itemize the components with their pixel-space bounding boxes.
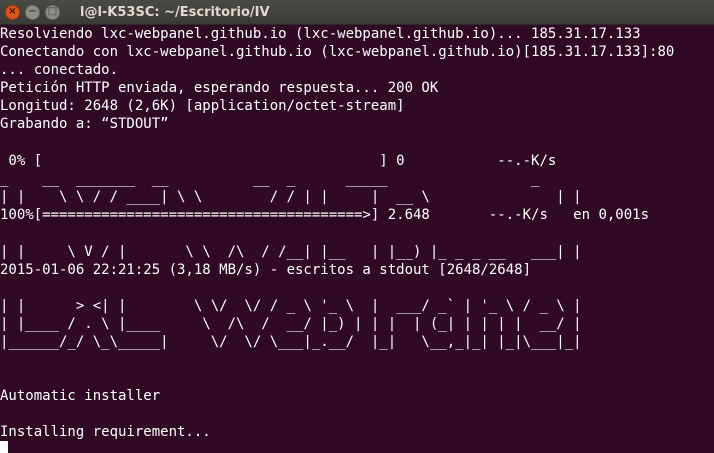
terminal-line: ... conectado.: [0, 62, 119, 78]
maximize-window-button[interactable]: □: [45, 4, 60, 20]
terminal-line: Longitud: 2648 (2,6K) [application/octet…: [0, 98, 405, 114]
terminal-line: Grabando a: “STDOUT”: [0, 116, 169, 132]
maximize-icon: □: [47, 6, 58, 17]
close-icon: ×: [8, 6, 17, 17]
terminal-line: Automatic installer: [0, 388, 161, 404]
terminal-line: | | \ V / | \ \ /\ / /__| |__ | |__) |_ …: [0, 244, 582, 260]
terminal-line: |______/_/ \_\_____| \/ \/ \___|_.__/ |_…: [0, 334, 582, 350]
terminal-line: Installing requirement...: [0, 424, 211, 440]
terminal-line: 100%[===================================…: [0, 207, 650, 223]
terminal-line: Conectando con lxc-webpanel.github.io (l…: [0, 44, 675, 60]
minimize-window-button[interactable]: −: [25, 4, 40, 20]
terminal-line: Resolviendo lxc-webpanel.github.io (lxc-…: [0, 26, 641, 42]
terminal-output[interactable]: Resolviendo lxc-webpanel.github.io (lxc-…: [0, 25, 714, 453]
terminal-line: 0% [ ] 0 --.-K/s: [0, 153, 557, 169]
close-window-button[interactable]: ×: [5, 4, 20, 20]
text-cursor: [0, 441, 8, 453]
minimize-icon: −: [28, 6, 37, 17]
terminal-line: Petición HTTP enviada, esperando respues…: [0, 80, 439, 96]
window-title: l@l-K53SC: ~/Escritorio/IV: [80, 4, 270, 20]
terminal-line: | | \ \ / / ____| \ \ / / | | | __ \ | |: [0, 189, 582, 205]
title-bar[interactable]: × − □ l@l-K53SC: ~/Escritorio/IV: [0, 0, 714, 25]
terminal-line: 2015-01-06 22:21:25 (3,18 MB/s) - escrit…: [0, 262, 532, 278]
terminal-line: | | > <| | \ \/ \/ / _ \ '_ \ | ___/ _` …: [0, 298, 582, 314]
terminal-line: _ __ _______ __ __ _ _____ _: [0, 171, 540, 187]
terminal-window: × − □ l@l-K53SC: ~/Escritorio/IV Resolvi…: [0, 0, 714, 453]
terminal-line: | |____ / . \ |____ \ /\ / __/ |_) | | |…: [0, 316, 582, 332]
